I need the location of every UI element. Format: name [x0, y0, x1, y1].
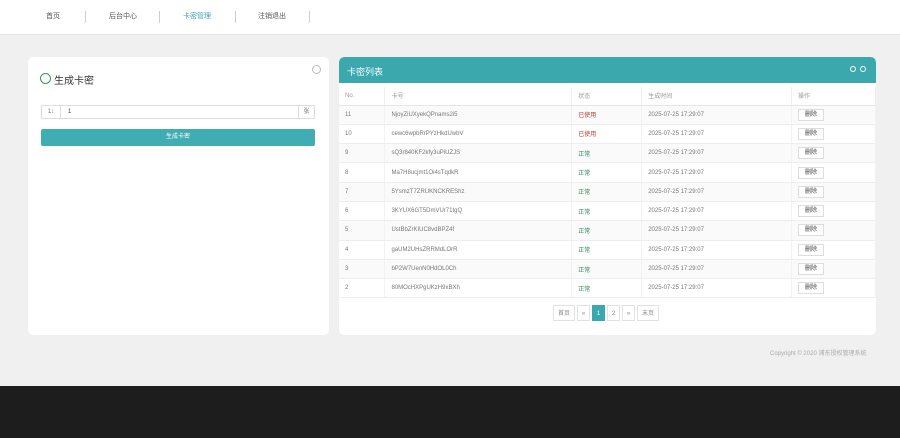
- nav-logout[interactable]: 注销退出: [258, 12, 286, 22]
- cell-no: 2: [339, 278, 386, 299]
- gear-icon[interactable]: [860, 66, 866, 72]
- panel-tools: [850, 66, 868, 74]
- nav-home[interactable]: 首页: [46, 12, 60, 22]
- circle-icon: [40, 73, 51, 84]
- col-action: 操作: [791, 87, 876, 106]
- cell-no: 7: [339, 182, 386, 202]
- refresh-icon[interactable]: [850, 66, 856, 72]
- status-badge: 正常: [578, 267, 591, 274]
- status-badge: 正常: [578, 248, 591, 255]
- table-row: 10 cewc6wpbRrPYzHkdUwbV 已使用 2025-07-25 1…: [339, 124, 876, 145]
- table-row: 6 3KYUX6GT5DmVUr71tgQ 正常 2025-07-25 17:2…: [339, 201, 876, 222]
- delete-button[interactable]: 删除: [798, 224, 825, 237]
- delete-button[interactable]: 删除: [798, 166, 825, 179]
- quantity-input[interactable]: 1: [68, 106, 71, 118]
- page-current[interactable]: 1: [592, 305, 605, 321]
- table-row: 4 gaUM2UHsZRRMdLOrR 正常 2025-07-25 17:29:…: [339, 240, 876, 260]
- nav-divider: [309, 11, 310, 23]
- sort-icon: 1↕: [42, 106, 61, 118]
- cell-code: cewc6wpbRrPYzHkdUwbV: [384, 124, 573, 145]
- status-badge: 正常: [578, 286, 591, 293]
- cell-code: NjoyZiUXyekQPnams2i5: [384, 105, 573, 125]
- table-row: 7 5YsmzT7ZRUKNCKREShz 正常 2025-07-25 17:2…: [339, 182, 876, 202]
- col-time: 生成时间: [641, 87, 793, 106]
- table-row: 2 80MOcHXPgUKzH9xBXh 正常 2025-07-25 17:29…: [339, 278, 876, 299]
- cell-no: 9: [339, 143, 386, 164]
- cell-no: 5: [339, 220, 386, 241]
- delete-button[interactable]: 删除: [798, 282, 825, 295]
- settings-icon[interactable]: [312, 65, 321, 74]
- page-first[interactable]: 首页: [553, 305, 575, 321]
- delete-button[interactable]: 删除: [798, 205, 825, 218]
- table-row: 11 NjoyZiUXyekQPnams2i5 已使用 2025-07-25 1…: [339, 105, 876, 125]
- generate-card-panel: 生成卡密 1↕ 1 张 生成卡密: [28, 57, 329, 335]
- delete-button[interactable]: 删除: [798, 243, 825, 256]
- nav-card-management[interactable]: 卡密管理: [183, 12, 211, 22]
- cell-no: 10: [339, 124, 386, 145]
- delete-button[interactable]: 删除: [798, 263, 825, 276]
- status-badge: 正常: [578, 190, 591, 197]
- page-next[interactable]: »: [622, 305, 635, 321]
- card-table: No. 卡号 状态 生成时间 操作 11 NjoyZiUXyekQPnams2i…: [339, 87, 876, 299]
- cell-time: 2025-07-25 17:29:07: [641, 162, 793, 183]
- cell-no: 4: [339, 240, 386, 260]
- status-badge: 正常: [578, 151, 591, 158]
- generate-button[interactable]: 生成卡密: [41, 129, 315, 146]
- status-badge: 正常: [578, 209, 591, 216]
- nav-admin-center[interactable]: 后台中心: [109, 12, 137, 22]
- status-badge: 正常: [578, 228, 591, 235]
- cell-time: 2025-07-25 17:29:07: [641, 124, 793, 145]
- cell-code: Ma7H8ucjmt1Oi4sTqdkR: [384, 162, 573, 183]
- nav-divider: [159, 11, 160, 23]
- delete-button[interactable]: 删除: [798, 147, 825, 160]
- table-row: 5 UstBbZrKIUC8vdBPZ4f 正常 2025-07-25 17:2…: [339, 220, 876, 241]
- page-2[interactable]: 2: [607, 305, 620, 321]
- card-list-panel: 卡密列表 No. 卡号 状态 生成时间 操作 11 NjoyZiUXyekQPn…: [339, 57, 876, 335]
- quantity-unit: 张: [298, 106, 314, 118]
- page-footer: [0, 386, 900, 438]
- card-list-title: 卡密列表: [347, 67, 384, 77]
- card-list-header: 卡密列表: [339, 57, 876, 83]
- top-navbar: 首页 后台中心 卡密管理 注销退出: [0, 0, 900, 35]
- cell-code: bP2W7UenN0HdOL0Ch: [384, 259, 573, 280]
- nav-divider: [235, 11, 236, 23]
- table-row: 9 sQ3r840KF2kfy3uPiUZJS 正常 2025-07-25 17…: [339, 143, 876, 164]
- col-no: No.: [339, 87, 386, 106]
- cell-time: 2025-07-25 17:29:07: [641, 220, 793, 241]
- cell-time: 2025-07-25 17:29:07: [641, 201, 793, 222]
- cell-code: 80MOcHXPgUKzH9xBXh: [384, 278, 573, 299]
- generate-panel-title: 生成卡密: [54, 76, 94, 87]
- copyright-text: Copyright © 2020 浦东授权管理系统: [770, 351, 867, 357]
- cell-code: sQ3r840KF2kfy3uPiUZJS: [384, 143, 573, 164]
- delete-button[interactable]: 删除: [798, 108, 825, 121]
- table-row: 8 Ma7H8ucjmt1Oi4sTqdkR 正常 2025-07-25 17:…: [339, 162, 876, 183]
- cell-code: 5YsmzT7ZRUKNCKREShz: [384, 182, 573, 202]
- page-last[interactable]: 末页: [637, 305, 659, 321]
- cell-time: 2025-07-25 17:29:07: [641, 259, 793, 280]
- col-status: 状态: [571, 87, 643, 106]
- cell-no: 6: [339, 201, 386, 222]
- delete-button[interactable]: 删除: [798, 127, 825, 140]
- cell-no: 8: [339, 162, 386, 183]
- status-badge: 已使用: [578, 132, 597, 139]
- page-prev[interactable]: «: [577, 305, 590, 321]
- cell-code: gaUM2UHsZRRMdLOrR: [384, 240, 573, 260]
- cell-code: 3KYUX6GT5DmVUr71tgQ: [384, 201, 573, 222]
- delete-button[interactable]: 删除: [798, 185, 825, 198]
- cell-no: 11: [339, 105, 386, 125]
- cell-time: 2025-07-25 17:29:07: [641, 143, 793, 164]
- quantity-input-group: 1↕ 1 张: [41, 105, 315, 119]
- status-badge: 已使用: [578, 113, 597, 120]
- cell-code: UstBbZrKIUC8vdBPZ4f: [384, 220, 573, 241]
- cell-no: 3: [339, 259, 386, 280]
- col-code: 卡号: [384, 87, 573, 106]
- status-badge: 正常: [578, 171, 591, 178]
- cell-time: 2025-07-25 17:29:07: [641, 240, 793, 260]
- cell-time: 2025-07-25 17:29:07: [641, 278, 793, 299]
- nav-divider: [85, 11, 86, 23]
- cell-time: 2025-07-25 17:29:07: [641, 105, 793, 125]
- table-row: 3 bP2W7UenN0HdOL0Ch 正常 2025-07-25 17:29:…: [339, 259, 876, 280]
- cell-time: 2025-07-25 17:29:07: [641, 182, 793, 202]
